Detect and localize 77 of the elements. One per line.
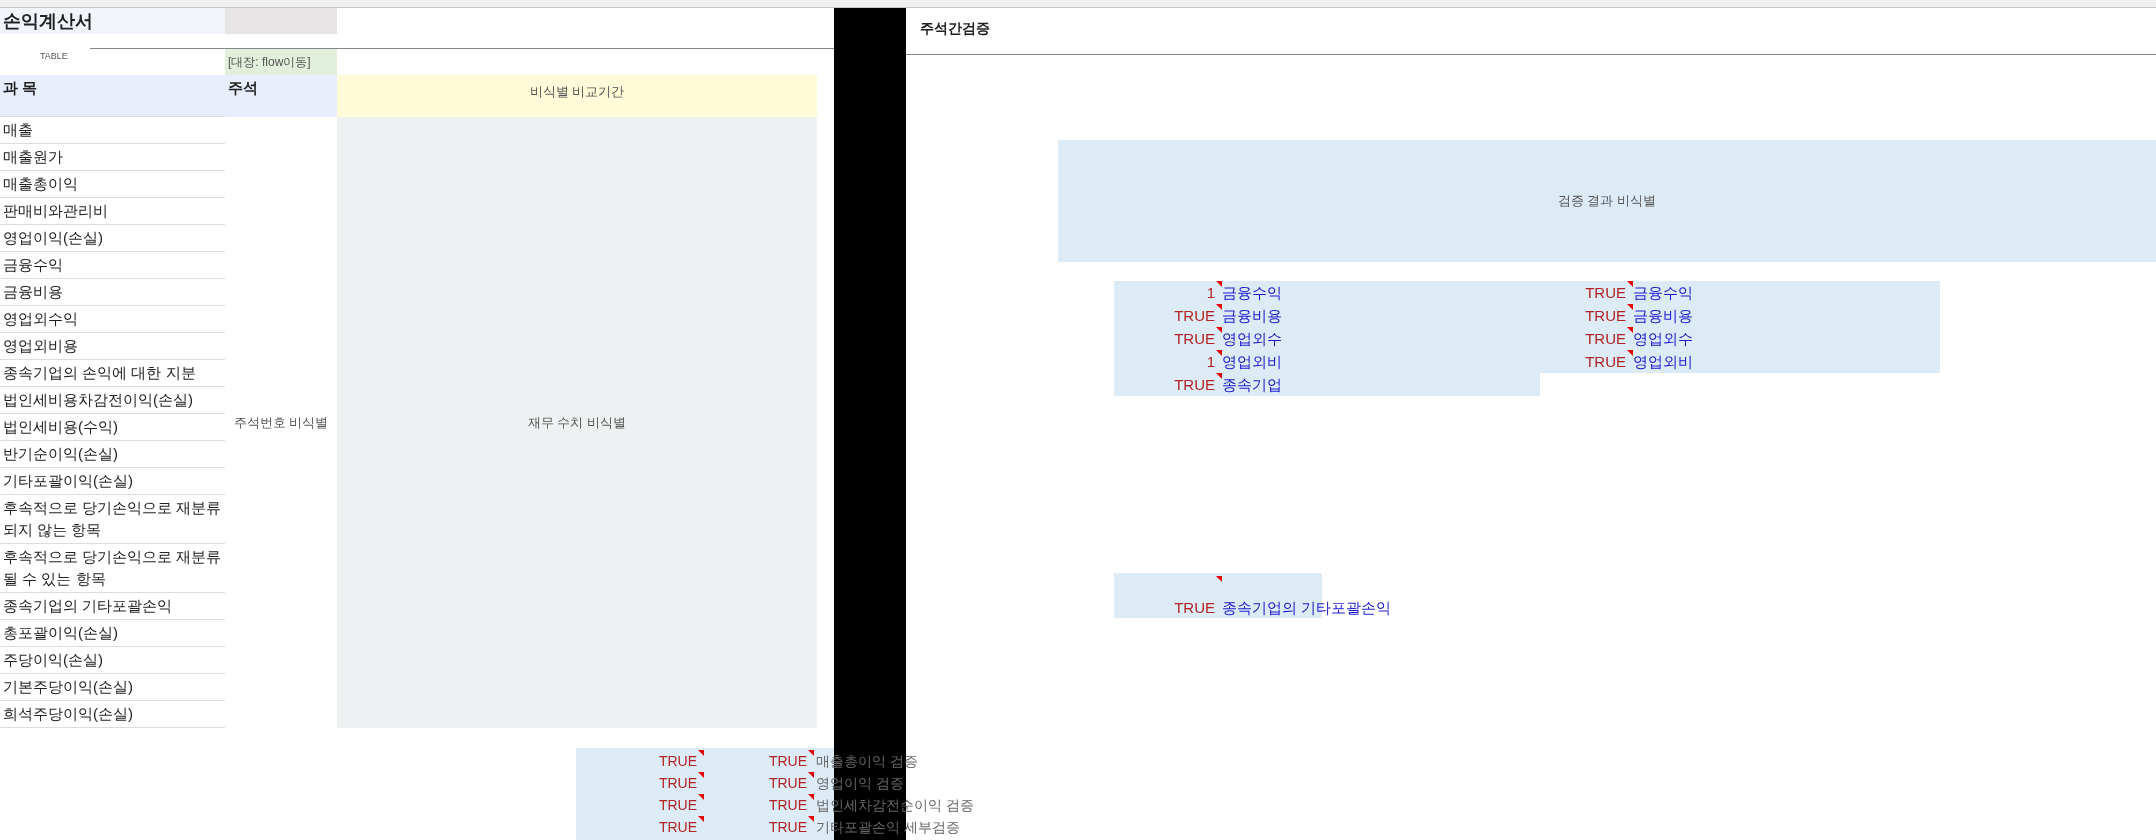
table-label: TABLE bbox=[39, 49, 69, 63]
note-cell-text: 주석번호 비식별 bbox=[233, 413, 329, 432]
comment-marker-icon bbox=[1627, 350, 1633, 356]
check-label: 영업외수 bbox=[1222, 330, 1282, 347]
account-cell: 판매비와관리비 bbox=[0, 198, 225, 225]
check-value: TRUE bbox=[1174, 376, 1215, 393]
account-cell: 영업외비용 bbox=[0, 333, 225, 360]
comment-marker-icon bbox=[698, 816, 704, 822]
account-cell: 총포괄이익(손실) bbox=[0, 620, 225, 647]
account-cell: 법인세비용(수익) bbox=[0, 414, 225, 441]
account-cell: 기타포괄이익(손실) bbox=[0, 468, 225, 495]
check-value: TRUE bbox=[768, 819, 807, 835]
check-value: TRUE bbox=[1585, 284, 1626, 301]
account-cell: 매출 bbox=[0, 117, 225, 144]
comment-marker-icon bbox=[1216, 350, 1222, 356]
check-value: TRUE bbox=[1585, 307, 1626, 324]
comment-marker-icon bbox=[808, 794, 814, 800]
check-value: TRUE bbox=[1174, 307, 1215, 324]
comment-marker-icon bbox=[698, 772, 704, 778]
column-heading: 주석 bbox=[225, 74, 337, 117]
check-label: 영업외비 bbox=[1222, 353, 1282, 370]
account-cell: 매출원가 bbox=[0, 144, 225, 171]
sheet-title: 손익계산서 bbox=[0, 8, 225, 34]
comment-marker-icon bbox=[808, 772, 814, 778]
check-value: TRUE bbox=[768, 797, 807, 813]
column-heading: 비식별 비교기간 bbox=[337, 74, 817, 117]
account-cell: 주당이익(손실) bbox=[0, 647, 225, 674]
column-heading: 과 목 bbox=[0, 74, 225, 117]
comment-marker-icon bbox=[1216, 576, 1222, 582]
check-label: 금융비용 bbox=[1633, 307, 1693, 324]
comment-marker-icon bbox=[698, 750, 704, 756]
account-cell: 종속기업의 손익에 대한 지분 bbox=[0, 360, 225, 387]
comment-marker-icon bbox=[808, 750, 814, 756]
check-value: 1 bbox=[1206, 353, 1215, 370]
account-cell: 후속적으로 당기손익으로 재분류될 수 있는 항목 bbox=[0, 544, 225, 593]
check-value: TRUE bbox=[658, 819, 697, 835]
account-cell: 금융비용 bbox=[0, 279, 225, 306]
account-cell: 영업이익(손실) bbox=[0, 225, 225, 252]
comment-marker-icon bbox=[1216, 373, 1222, 379]
result-banner: 검증 결과 비식별 bbox=[1058, 140, 2156, 262]
check-label: 금융비용 bbox=[1222, 307, 1282, 324]
check-value: TRUE bbox=[1585, 353, 1626, 370]
account-cell: 기본주당이익(손실) bbox=[0, 674, 225, 701]
account-cell: 금융수익 bbox=[0, 252, 225, 279]
check-value: TRUE bbox=[1585, 330, 1626, 347]
account-cell: 법인세비용차감전이익(손실) bbox=[0, 387, 225, 414]
check-label: 영업외비 bbox=[1633, 353, 1693, 370]
comment-marker-icon bbox=[698, 794, 704, 800]
check-value: TRUE bbox=[658, 753, 697, 769]
comment-marker-icon bbox=[1216, 327, 1222, 333]
check-value: TRUE bbox=[658, 797, 697, 813]
check-value: TRUE bbox=[768, 753, 807, 769]
account-cell: 후속적으로 당기손익으로 재분류되지 않는 항목 bbox=[0, 495, 225, 544]
comment-marker-icon bbox=[1627, 327, 1633, 333]
comment-marker-icon bbox=[1216, 304, 1222, 310]
account-cell: 매출총이익 bbox=[0, 171, 225, 198]
account-cell: 종속기업의 기타포괄손익 bbox=[0, 593, 225, 620]
check-label: 금융수익 bbox=[1633, 284, 1693, 301]
comment-marker-icon bbox=[1627, 304, 1633, 310]
check-value: TRUE bbox=[658, 775, 697, 791]
section-title: 주석간검증 bbox=[920, 20, 990, 36]
check-value: TRUE bbox=[1174, 330, 1215, 347]
check-label: 금융수익 bbox=[1222, 284, 1282, 301]
check-label: 종속기업 bbox=[1222, 376, 1282, 393]
comment-marker-icon bbox=[1216, 281, 1222, 287]
account-cell: 희석주당이익(손실) bbox=[0, 701, 225, 728]
check-label: 종속기업의 기타포괄손익 bbox=[1222, 600, 1392, 616]
link-cell[interactable]: [대장: flow이동] bbox=[225, 48, 337, 75]
account-cell: 반기순이익(손실) bbox=[0, 441, 225, 468]
check-value: 1 bbox=[1206, 284, 1215, 301]
account-cell: 영업외수익 bbox=[0, 306, 225, 333]
check-value: TRUE bbox=[768, 775, 807, 791]
figures-cell-text: 재무 수치 비식별 bbox=[527, 413, 627, 432]
check-label: 영업외수 bbox=[1633, 330, 1693, 347]
comment-marker-icon bbox=[808, 816, 814, 822]
check-value: TRUE bbox=[1174, 600, 1215, 616]
comment-marker-icon bbox=[1627, 281, 1633, 287]
